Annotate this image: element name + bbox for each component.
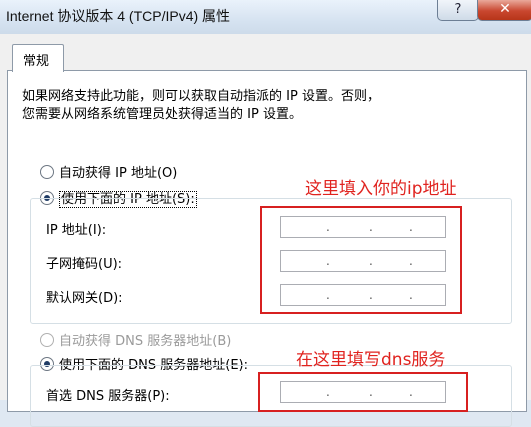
dialog-body: 常规 如果网络支持此功能，则可以获取自动指派的 IP 设置。否则， 您需要从网络… — [0, 34, 531, 427]
title-bar: Internet 协议版本 4 (TCP/IPv4) 属性 ? ✕ — [0, 0, 531, 35]
ip-annotation-text: 这里填入你的ip地址 — [305, 179, 457, 199]
ip-annotation-box — [260, 206, 462, 314]
ip-auto-radio-row[interactable]: 自动获得 IP 地址(O) — [40, 162, 177, 182]
ip-auto-radio[interactable] — [40, 165, 54, 179]
close-icon: ✕ — [499, 1, 511, 17]
ip-auto-label: 自动获得 IP 地址(O) — [59, 166, 178, 181]
help-button[interactable]: ? — [437, 0, 479, 21]
dns-annotation-box — [258, 372, 468, 412]
tab-general[interactable]: 常规 — [12, 44, 64, 72]
dns-annotation-text: 在这里填写dns服务 — [296, 350, 446, 370]
default-gateway-label: 默认网关(D): — [46, 291, 123, 306]
description-line-2: 您需要从网络系统管理员处获得适当的 IP 设置。 — [22, 107, 302, 122]
window-title: Internet 协议版本 4 (TCP/IPv4) 属性 — [6, 8, 231, 24]
preferred-dns-label: 首选 DNS 服务器(P): — [46, 389, 170, 404]
dns-auto-label: 自动获得 DNS 服务器地址(B) — [59, 334, 232, 349]
tab-label: 常规 — [23, 54, 50, 69]
description-text: 如果网络支持此功能，则可以获取自动指派的 IP 设置。否则， 您需要从网络系统管… — [22, 88, 380, 124]
ip-address-label: IP 地址(I): — [46, 223, 107, 238]
subnet-mask-label: 子网掩码(U): — [46, 257, 123, 272]
close-button[interactable]: ✕ — [477, 0, 531, 21]
dns-auto-radio[interactable] — [40, 333, 54, 347]
description-line-1: 如果网络支持此功能，则可以获取自动指派的 IP 设置。否则， — [22, 89, 380, 104]
dns-auto-radio-row[interactable]: 自动获得 DNS 服务器地址(B) — [40, 330, 231, 350]
help-icon: ? — [454, 2, 462, 17]
